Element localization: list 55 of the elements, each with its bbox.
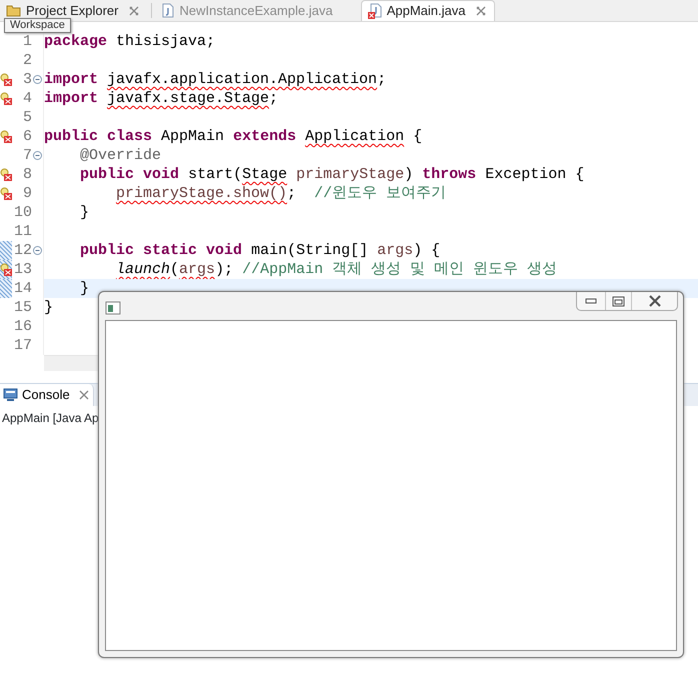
change-marker <box>0 279 12 298</box>
console-text: AppMain [Java Ap <box>1 410 100 427</box>
window-icon <box>105 301 121 315</box>
line-number: 7 <box>22 146 32 165</box>
maximize-icon <box>612 296 625 306</box>
code-line: import javafx.application.Application; <box>44 70 386 89</box>
close-icon[interactable] <box>129 6 140 16</box>
tab[interactable]: AppMain.java <box>360 0 496 21</box>
code-line: public static void main(String[] args) { <box>79 241 440 260</box>
monitor-icon <box>3 388 18 402</box>
code-line: package thisisjava; <box>44 32 216 51</box>
error-bulb-icon[interactable] <box>0 168 12 181</box>
line-number: 6 <box>22 127 32 146</box>
close-icon[interactable] <box>476 6 486 16</box>
collapse-icon[interactable] <box>32 75 42 84</box>
code-line: public class AppMain extends Application { <box>44 127 422 146</box>
code-line: } <box>44 298 54 317</box>
line-number: 9 <box>22 184 32 203</box>
line-number: 15 <box>12 298 32 317</box>
code-line: } <box>79 279 90 298</box>
code-line: } <box>79 203 90 222</box>
change-marker <box>0 241 12 260</box>
close-icon <box>648 295 660 307</box>
collapse-icon[interactable] <box>32 246 42 255</box>
line-number: 3 <box>22 70 32 89</box>
line-number: 17 <box>12 336 32 355</box>
close-icon[interactable] <box>78 390 89 400</box>
line-number: 5 <box>22 108 32 127</box>
code-line: public void start(Stage primaryStage) throws Exception { <box>79 165 584 184</box>
line-number: 16 <box>12 317 32 336</box>
minimize-icon <box>585 298 597 304</box>
collapse-icon[interactable] <box>32 151 42 160</box>
line-number: 13 <box>12 260 32 279</box>
line-number: 1 <box>22 32 32 51</box>
line-number: 12 <box>12 241 32 260</box>
code-line: import javafx.stage.Stage; <box>44 89 278 108</box>
error-bulb-icon[interactable] <box>0 130 12 143</box>
line-number: 8 <box>22 165 32 184</box>
error-bulb-icon[interactable] <box>0 73 12 86</box>
code-line: @Override <box>79 146 162 165</box>
line-number: 14 <box>12 279 32 298</box>
line-number: 10 <box>12 203 32 222</box>
line-number: 2 <box>22 51 32 70</box>
line-number: 11 <box>12 222 32 241</box>
java-file-icon <box>162 3 174 18</box>
tab[interactable]: Project Explorer <box>0 0 148 21</box>
error-bulb-icon[interactable] <box>0 263 12 276</box>
error-bulb-icon[interactable] <box>0 187 12 200</box>
java-error-file-icon <box>368 3 382 19</box>
line-number: 4 <box>22 89 32 108</box>
console-tab[interactable]: Console <box>0 384 94 406</box>
workspace-tooltip: Workspace <box>4 18 71 33</box>
code-line: launch(args); //AppMain 객체 생성 및 메인 윈도우 생성 <box>115 260 558 279</box>
error-bulb-icon[interactable] <box>0 92 12 105</box>
code-line: primaryStage.show(); //윈도우 보여주기 <box>115 184 446 203</box>
